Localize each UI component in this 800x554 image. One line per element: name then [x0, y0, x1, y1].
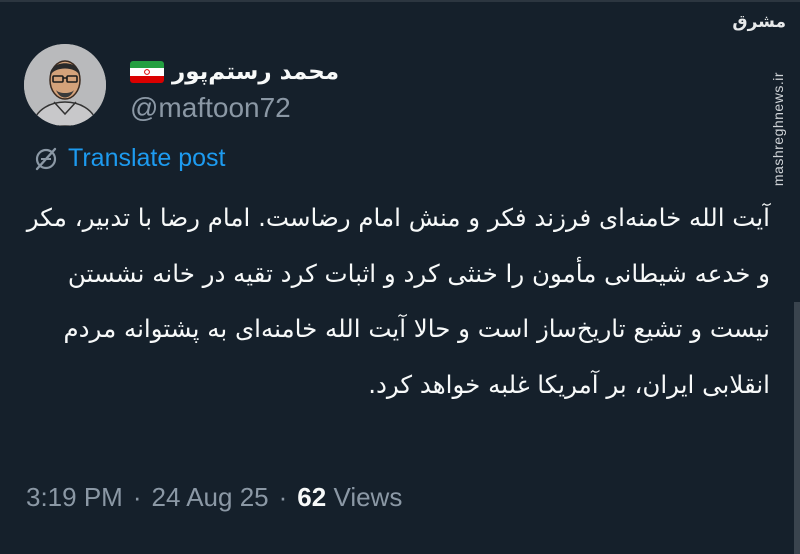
scrollbar[interactable]	[794, 302, 800, 554]
views[interactable]: 62 Views	[297, 482, 402, 513]
translate-post-label: Translate post	[68, 144, 226, 172]
tweet-text: آیت الله خامنه‌ای فرزند فکر و منش امام ر…	[18, 203, 770, 399]
flag-emblem	[144, 69, 150, 76]
flag-stripe-red	[130, 75, 164, 83]
flag-stripe-white	[130, 68, 164, 76]
avatar[interactable]	[24, 44, 106, 126]
tweet-card: محمد رستم‌پور @maftoon72 Translate post …	[0, 0, 800, 554]
views-count: 62	[297, 482, 327, 512]
meta-separator: ·	[278, 482, 288, 512]
tweet-date[interactable]: 24 Aug 25	[152, 482, 269, 513]
tweet-time[interactable]: 3:19 PM	[26, 482, 123, 513]
translate-post-link[interactable]: Translate post	[32, 144, 225, 173]
avatar-portrait	[24, 44, 106, 126]
watermark-url: mashreghnews.ir	[770, 72, 786, 187]
tweet-meta: 3:19 PM · 24 Aug 25 · 62 Views	[26, 482, 402, 513]
watermark-logo: مشرق	[732, 12, 786, 32]
globe-off-icon	[35, 147, 57, 170]
author-display-name[interactable]: محمد رستم‌پور	[172, 59, 339, 85]
views-label: Views	[333, 482, 403, 512]
author-handle[interactable]: @maftoon72	[130, 92, 291, 124]
iran-flag-icon	[130, 61, 164, 83]
author-row: محمد رستم‌پور	[130, 56, 339, 88]
flag-stripe-green	[130, 61, 164, 69]
meta-separator: ·	[132, 482, 142, 512]
